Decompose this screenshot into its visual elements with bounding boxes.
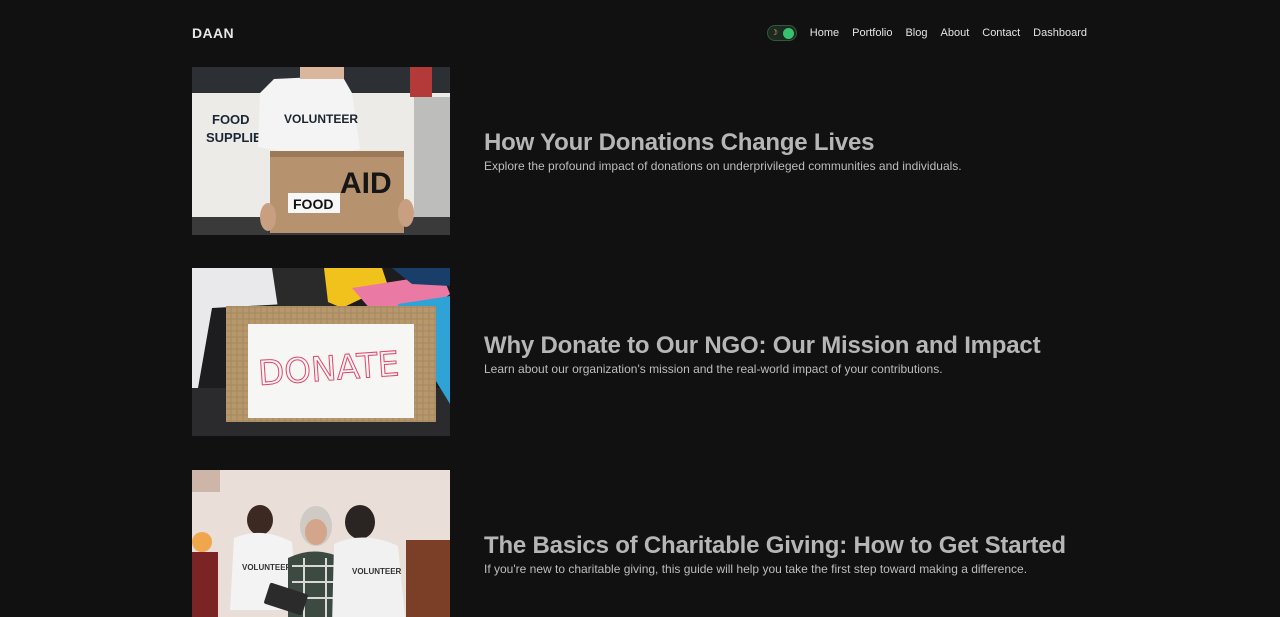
moon-icon: ☽ [770, 28, 778, 37]
post-excerpt: If you're new to charitable giving, this… [484, 562, 1028, 576]
shirt-text-volunteer-2: VOLUNTEER [352, 567, 402, 576]
nav-portfolio[interactable]: Portfolio [852, 27, 892, 39]
donate-box-image: DONATE [192, 268, 450, 436]
volunteers-group-image: VOLUNTEER VOLUNTEER [192, 470, 450, 617]
post-title[interactable]: Why Donate to Our NGO: Our Mission and I… [484, 332, 1084, 360]
post-thumbnail-volunteers-group[interactable]: VOLUNTEER VOLUNTEER [192, 470, 450, 617]
page: DAAN ☽ Home Portfolio Blog About Contact… [0, 0, 1280, 617]
shirt-text-volunteer-1: VOLUNTEER [242, 563, 292, 572]
nav-contact[interactable]: Contact [982, 27, 1020, 39]
nav-dashboard[interactable]: Dashboard [1033, 27, 1087, 39]
main-nav: ☽ Home Portfolio Blog About Contact Dash… [766, 25, 1087, 41]
box-text-food: FOOD [293, 196, 333, 212]
nav-blog[interactable]: Blog [905, 27, 927, 39]
post-title[interactable]: The Basics of Charitable Giving: How to … [484, 532, 1084, 560]
post-text: The Basics of Charitable Giving: How to … [484, 532, 1084, 576]
post-excerpt: Learn about our organization's mission a… [484, 362, 943, 376]
post-thumbnail-volunteer-aid-box[interactable]: FOOD SUPPLIES VOLUNTEER AID FOOD [192, 67, 450, 235]
post-thumbnail-donate-box[interactable]: DONATE [192, 268, 450, 436]
theme-toggle[interactable]: ☽ [766, 25, 797, 41]
van-text-food: FOOD [212, 112, 250, 127]
post-excerpt: Explore the profound impact of donations… [484, 159, 962, 173]
box-text-aid: AID [340, 167, 392, 200]
nav-about[interactable]: About [941, 27, 970, 39]
blog-post-card: VOLUNTEER VOLUNTEER The Basics of Charit… [192, 470, 1092, 617]
volunteer-aid-image: FOOD SUPPLIES VOLUNTEER AID FOOD [192, 67, 450, 235]
post-title[interactable]: How Your Donations Change Lives [484, 129, 1084, 157]
post-text: Why Donate to Our NGO: Our Mission and I… [484, 332, 1084, 376]
nav-home[interactable]: Home [810, 27, 839, 39]
blog-post-card: DONATE Why Donate to Our NGO: Our Missio… [192, 268, 1092, 436]
blog-post-card: FOOD SUPPLIES VOLUNTEER AID FOOD How You… [192, 67, 1092, 235]
toggle-knob [782, 27, 794, 39]
post-text: How Your Donations Change Lives Explore … [484, 129, 1084, 173]
brand-logo[interactable]: DAAN [192, 25, 234, 41]
shirt-text-volunteer: VOLUNTEER [284, 112, 358, 126]
top-navbar: DAAN ☽ Home Portfolio Blog About Contact… [192, 0, 1087, 66]
